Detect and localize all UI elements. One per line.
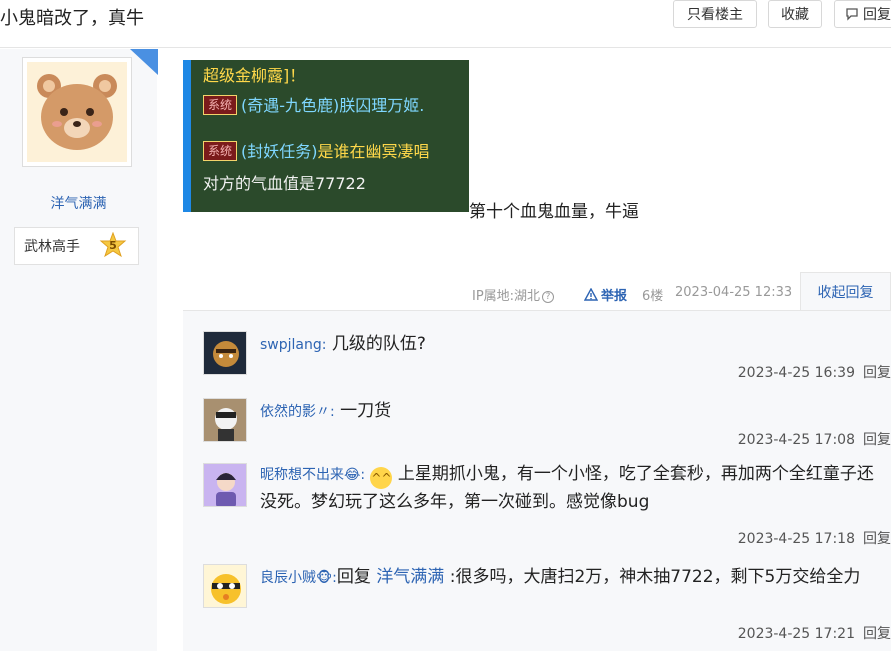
reply-link[interactable]: 回复 bbox=[863, 626, 891, 642]
post-text: 第十个血鬼血量，牛逼 bbox=[469, 202, 639, 222]
image-line-1: 超级金柳露]！ bbox=[203, 66, 306, 85]
reply-prefix: 回复 bbox=[336, 567, 377, 587]
author-sidebar: 洋气满满 武林高手 5 bbox=[0, 49, 158, 651]
comment-icon bbox=[846, 8, 858, 21]
only-op-button[interactable]: 只看楼主 bbox=[673, 0, 757, 28]
level-number: 5 bbox=[109, 239, 117, 252]
reply-time: 2023-4-25 17:18 bbox=[737, 531, 855, 547]
reply-meta: 2023-4-25 17:18 回复 bbox=[738, 528, 891, 548]
reply-content: :很多吗，大唐扫2万，神木抽7722，剩下5万交给全力 bbox=[444, 567, 861, 587]
post-image[interactable]: 超级金柳露]！ 系统 (奇遇-九色鹿)朕囚理万姬. 系统 (封妖任务)是谁在幽冥凄唱… bbox=[183, 60, 469, 212]
image-line-2: (奇遇-九色鹿)朕囚理万姬. bbox=[241, 96, 425, 115]
reply-username[interactable]: swpjlang: bbox=[260, 337, 326, 353]
level-star-icon: 5 bbox=[99, 231, 127, 260]
reply-meta: 2023-4-25 17:08 回复 bbox=[738, 429, 891, 449]
avatar[interactable] bbox=[203, 463, 247, 507]
crying-laugh-icon: ^^ bbox=[370, 467, 393, 489]
reply-link[interactable]: 回复 bbox=[863, 432, 891, 448]
reply-content: 几级的队伍? bbox=[331, 334, 426, 354]
bear-avatar-icon bbox=[37, 74, 117, 150]
thread-title: 小鬼暗改了，真牛 bbox=[0, 8, 144, 29]
reply-time: 2023-4-25 17:08 bbox=[737, 432, 855, 448]
reply-link[interactable]: 回复 bbox=[863, 531, 891, 547]
reply-username[interactable]: 昵称想不出来😂: bbox=[260, 467, 365, 483]
reply-meta: 2023-4-25 17:21 回复 bbox=[738, 623, 891, 643]
reply-content: 一刀货 bbox=[340, 401, 392, 421]
system-tag: 系统 bbox=[203, 95, 238, 115]
thread-header: 小鬼暗改了，真牛 只看楼主 收藏 回复 bbox=[0, 0, 891, 48]
author-avatar[interactable] bbox=[22, 57, 132, 167]
reply-username[interactable]: 依然的影〃: bbox=[260, 404, 335, 420]
reply-meta: 2023-4-25 16:39 回复 bbox=[738, 362, 891, 382]
floor-number: 6楼 bbox=[642, 289, 664, 304]
level-title: 武林高手 bbox=[24, 239, 80, 255]
warning-icon bbox=[584, 288, 598, 301]
ip-location: IP属地:湖北? bbox=[472, 285, 555, 304]
avatar[interactable] bbox=[203, 564, 247, 608]
post-time: 2023-04-25 12:33 bbox=[675, 285, 793, 300]
image-line-3a: (封妖任务) bbox=[241, 142, 318, 161]
system-tag: 系统 bbox=[203, 141, 238, 161]
reply-time: 2023-4-25 17:21 bbox=[737, 626, 855, 642]
help-icon[interactable]: ? bbox=[542, 291, 555, 303]
level-badge: 武林高手 5 bbox=[14, 227, 139, 265]
reply-list: swpjlang: 几级的队伍? 2023-4-25 16:39 回复 依然的影〃… bbox=[183, 310, 891, 651]
reply-link[interactable]: 回复 bbox=[863, 365, 891, 381]
collapse-replies-button[interactable]: 收起回复 bbox=[800, 272, 891, 311]
mentioned-user-link[interactable]: 洋气满满 bbox=[376, 567, 444, 587]
favorite-button[interactable]: 收藏 bbox=[768, 0, 822, 28]
reply-time: 2023-4-25 16:39 bbox=[737, 365, 855, 381]
avatar[interactable] bbox=[203, 331, 247, 375]
reply-button-label: 回复 bbox=[863, 7, 891, 23]
report-link[interactable]: 举报 bbox=[584, 285, 627, 304]
image-line-3b: 是谁在幽冥凄唱 bbox=[317, 142, 430, 161]
reply-button[interactable]: 回复 bbox=[834, 0, 891, 28]
image-line-4: 对方的气血值是77722 bbox=[203, 174, 366, 193]
avatar[interactable] bbox=[203, 398, 247, 442]
author-name[interactable]: 洋气满满 bbox=[0, 193, 157, 213]
reply-username[interactable]: 良辰小贼🐵: bbox=[260, 570, 337, 586]
